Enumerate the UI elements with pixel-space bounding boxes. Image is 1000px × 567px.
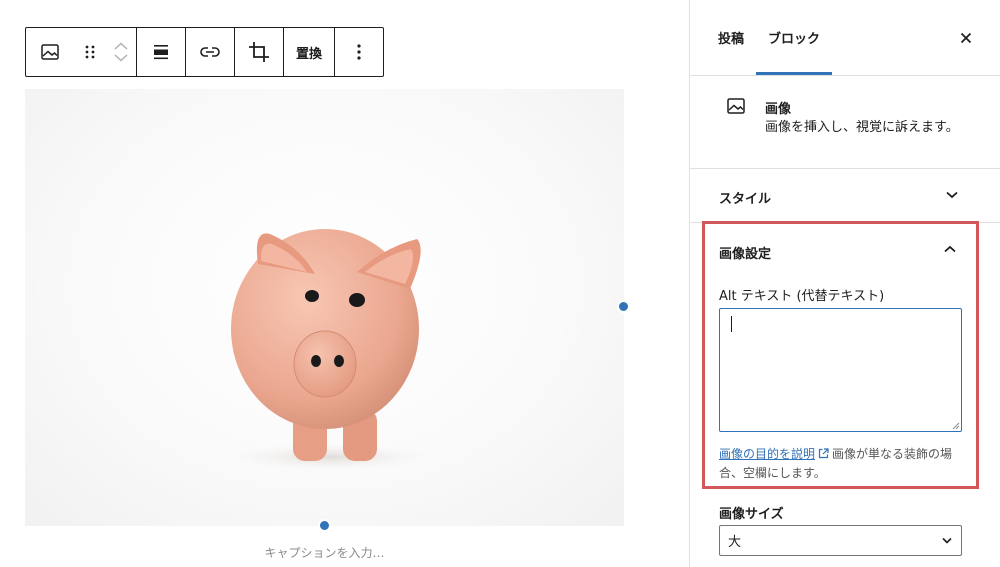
image-size-label: 画像サイズ bbox=[719, 507, 784, 522]
replace-button[interactable]: 置換 bbox=[284, 28, 334, 76]
text-cursor bbox=[731, 316, 732, 332]
resize-handle-bottom[interactable] bbox=[318, 519, 331, 532]
block-card-title: 画像 bbox=[765, 102, 792, 117]
image-size-value: 大 bbox=[728, 535, 742, 550]
replace-group: 置換 bbox=[284, 28, 336, 76]
link-icon bbox=[200, 47, 220, 57]
style-panel-title: スタイル bbox=[719, 192, 772, 207]
tab-block[interactable]: ブロック bbox=[756, 0, 833, 75]
image-size-select[interactable]: 大 bbox=[719, 525, 962, 556]
drag-handle-icon bbox=[85, 45, 95, 59]
move-down-icon[interactable] bbox=[114, 54, 128, 62]
alt-text-help: 画像の目的を説明 画像が単なる装飾の場合、空欄にします。 bbox=[719, 445, 969, 483]
image-block[interactable] bbox=[25, 89, 624, 526]
drag-handle-button[interactable] bbox=[74, 28, 106, 76]
resize-handle-right[interactable] bbox=[617, 300, 630, 313]
block-card-description: 画像を挿入し、視覚に訴えます。 bbox=[765, 120, 959, 135]
image-settings-title[interactable]: 画像設定 bbox=[719, 243, 771, 262]
chevron-down-icon bbox=[942, 537, 952, 544]
describe-purpose-link[interactable]: 画像の目的を説明 bbox=[719, 447, 815, 461]
external-link-icon bbox=[818, 448, 829, 459]
options-group bbox=[335, 28, 383, 76]
settings-sidebar: 投稿 ブロック 画像 画像を挿入し、視覚に訴えます。 スタイル 画像設定 Alt… bbox=[689, 0, 1000, 567]
style-panel-header[interactable]: スタイル bbox=[690, 169, 1000, 223]
alt-text-field[interactable] bbox=[719, 308, 962, 432]
close-icon[interactable] bbox=[958, 30, 974, 46]
block-movers bbox=[106, 28, 136, 76]
link-button[interactable] bbox=[186, 28, 234, 76]
image-settings-panel: 画像設定 Alt テキスト (代替テキスト) 画像の目的を説明 画像が単なる装飾の… bbox=[702, 221, 979, 489]
align-group bbox=[137, 28, 186, 76]
sidebar-tabs: 投稿 ブロック bbox=[690, 0, 1000, 76]
align-button[interactable] bbox=[137, 28, 185, 76]
crop-group bbox=[235, 28, 284, 76]
align-center-icon bbox=[154, 45, 168, 60]
piggy-bank-photo bbox=[210, 229, 450, 473]
block-toolbar: 置換 bbox=[25, 27, 385, 77]
image-icon bbox=[727, 98, 745, 114]
more-options-button[interactable] bbox=[335, 28, 383, 76]
alt-text-label: Alt テキスト (代替テキスト) bbox=[719, 289, 885, 304]
move-up-icon[interactable] bbox=[114, 42, 128, 50]
crop-button[interactable] bbox=[235, 28, 283, 76]
image-icon bbox=[41, 44, 59, 60]
crop-icon bbox=[249, 42, 269, 62]
block-type-group bbox=[26, 28, 137, 76]
chevron-down-icon bbox=[946, 191, 958, 199]
more-vertical-icon bbox=[357, 44, 361, 60]
tab-post[interactable]: 投稿 bbox=[706, 0, 756, 75]
block-card: 画像 画像を挿入し、視覚に訴えます。 bbox=[690, 76, 1000, 169]
image-block-button[interactable] bbox=[26, 28, 74, 76]
editor-canvas: 置換 キャプションを入力… bbox=[0, 0, 689, 567]
link-group bbox=[186, 28, 235, 76]
caption-placeholder[interactable]: キャプションを入力… bbox=[25, 544, 624, 561]
chevron-up-icon[interactable] bbox=[944, 245, 956, 253]
resize-grip-icon[interactable] bbox=[952, 422, 960, 430]
